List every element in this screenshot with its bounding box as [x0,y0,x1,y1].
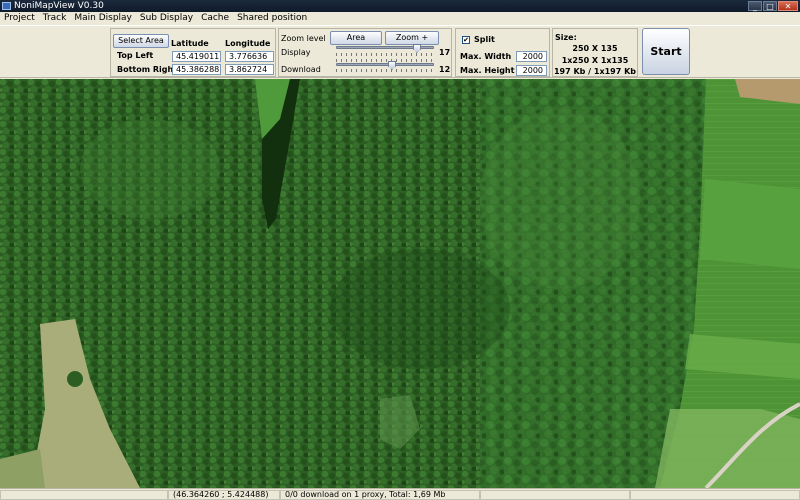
farm-field-lower [655,409,800,488]
longitude-header: Longitude [225,39,271,48]
canopy-patch [480,109,640,289]
maximize-icon[interactable]: □ [763,1,777,11]
window-title: NoniMapView V0.30 [14,1,104,11]
display-zoom-value: 17 [439,48,451,57]
menu-main-display[interactable]: Main Display [70,12,136,25]
canopy-patch [330,249,510,369]
max-width-label: Max. Width [460,52,512,61]
max-height-field[interactable]: 2000 [516,65,547,76]
close-icon[interactable]: ✕ [778,1,798,11]
bottom-right-latitude-field[interactable]: 45.386288 [172,64,221,75]
zoom-area-button[interactable]: Area [330,31,382,45]
menu-cache[interactable]: Cache [197,12,233,25]
top-left-label: Top Left [117,51,154,60]
zoom-level-label: Zoom level [281,34,326,43]
menu-track[interactable]: Track [39,12,71,25]
download-zoom-value: 12 [439,65,451,74]
status-download: 0/0 download on 1 proxy, Total: 1,69 Mb [280,490,480,500]
menu-shared-position[interactable]: Shared position [233,12,311,25]
download-slider-ticks-bottom [336,69,434,72]
app-icon [2,2,11,10]
latitude-header: Latitude [171,39,209,48]
split-panel: ✔ Split Max. Width 2000 Max. Height 2000 [455,28,550,77]
split-label: Split [474,35,495,44]
status-extra-1 [480,490,630,500]
farm-field-mid [700,179,800,269]
display-zoom-slider[interactable] [336,44,434,56]
map-view[interactable] [0,79,800,488]
max-width-field[interactable]: 2000 [516,51,547,62]
menu-project[interactable]: Project [0,12,39,25]
title-bar: NoniMapView V0.30 _ □ ✕ [0,0,800,12]
aerial-imagery [0,79,800,488]
toolbar: Select Area Latitude Longitude Top Left … [0,25,800,78]
status-bar: (46.364260 ; 5.424488) 0/0 download on 1… [0,488,800,500]
size-panel: Size: 250 X 135 1x250 X 1x135 197 Kb / 1… [552,28,638,77]
display-label: Display [281,48,311,57]
status-empty [0,490,168,500]
size-kilobytes: 197 Kb / 1x197 Kb [553,67,637,76]
status-extra-2 [630,490,800,500]
zoom-panel: Zoom level Area Zoom + Display 17 Downlo… [278,28,452,77]
size-pixels: 250 X 135 [572,44,618,53]
download-label: Download [281,65,321,74]
max-height-label: Max. Height [460,66,515,75]
size-tiles: 1x250 X 1x135 [561,56,629,65]
bottom-right-label: Bottom Right [117,65,178,74]
display-slider-ticks [336,53,434,56]
download-slider-ticks-top [336,59,434,62]
zoom-plus-button[interactable]: Zoom + [385,31,439,45]
top-left-longitude-field[interactable]: 3.776636 [225,51,274,62]
split-checkbox[interactable]: ✔ [462,36,470,44]
canopy-patch [80,119,220,219]
window-controls: _ □ ✕ [747,1,798,11]
top-left-latitude-field[interactable]: 45.419011 [172,51,221,62]
menu-sub-display[interactable]: Sub Display [136,12,197,25]
meadow-tree [67,371,83,387]
bottom-right-longitude-field[interactable]: 3.862724 [225,64,274,75]
download-slider-track [336,63,434,66]
area-panel: Select Area Latitude Longitude Top Left … [110,28,276,77]
download-zoom-slider[interactable] [336,58,434,72]
menu-bar: Project Track Main Display Sub Display C… [0,12,800,25]
size-label: Size: [555,33,577,42]
display-slider-thumb[interactable] [413,44,421,53]
start-button[interactable]: Start [642,28,690,75]
select-area-button[interactable]: Select Area [113,34,169,48]
minimize-icon[interactable]: _ [748,1,762,11]
status-coordinates: (46.364260 ; 5.424488) [168,490,280,500]
